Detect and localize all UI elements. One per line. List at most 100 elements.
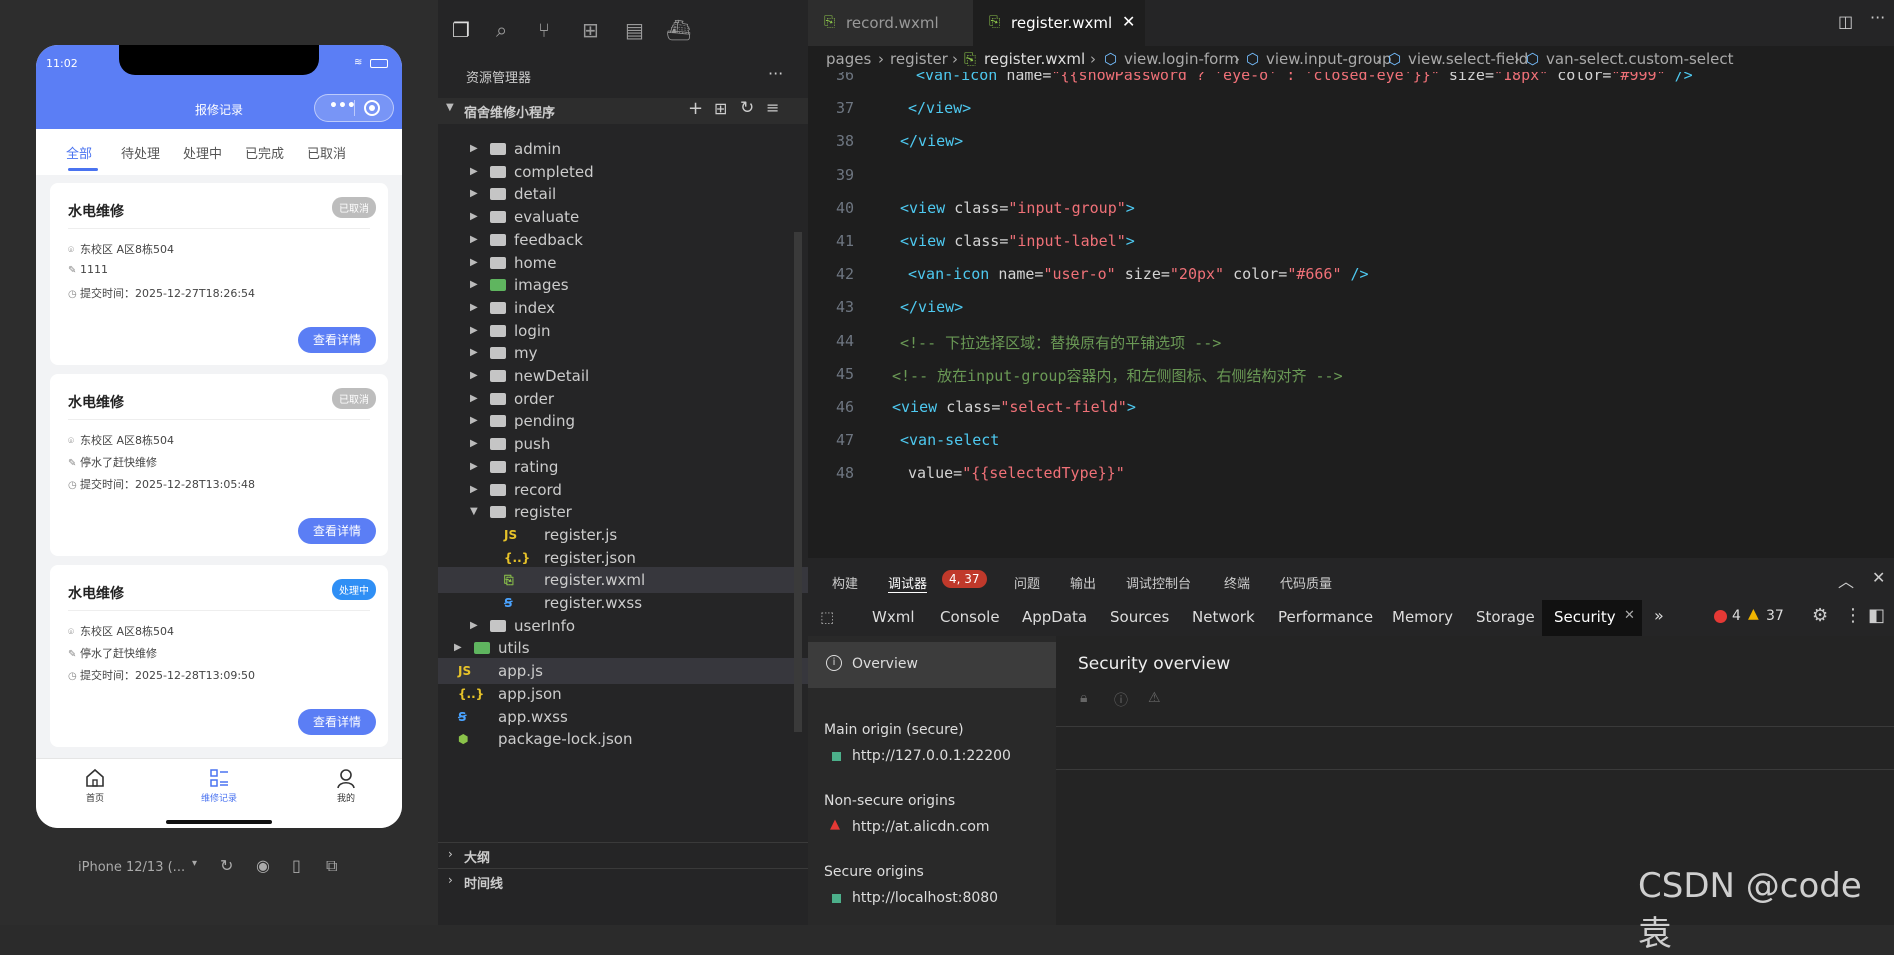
view-details-button[interactable]: 查看详情 [298,709,376,735]
tab-pending[interactable]: 待处理 [121,143,160,162]
main-origin-link[interactable]: http://127.0.0.1:22200 [852,748,1011,764]
dock-icon[interactable]: ◧ [1868,605,1885,626]
devtools-tab-appdata[interactable]: AppData [1022,608,1087,626]
tree-item-package-lock-json[interactable]: ⬢ package-lock.json [438,726,808,752]
tab-record-wxml[interactable]: ⎘ record.wxml [808,0,973,46]
code-line[interactable]: <van-select [900,431,999,449]
files-icon[interactable]: ❐ [452,18,470,42]
devtools-tab-performance[interactable]: Performance [1278,608,1373,626]
rotate-icon[interactable]: ↻ [220,856,233,875]
code-line[interactable]: value="{{selectedType}}" [908,464,1125,482]
record-card[interactable]: 水电维修 已取消 ⌾ 东校区 A区8栋504 ✎ 停水了赶快维修 ◷ 提交时间：202… [50,374,388,556]
scrollbar[interactable] [794,232,802,732]
tree-item-label: package-lock.json [498,730,633,749]
view-details-button[interactable]: 查看详情 [298,327,376,353]
collapse-all-icon[interactable]: ≡ [766,98,779,117]
tab-completed[interactable]: 已完成 [245,143,284,162]
panel-tab-debugger[interactable]: 调试器 [888,573,928,593]
new-folder-icon[interactable]: ⊞ [714,99,727,118]
tab-all[interactable]: 全部 [66,143,92,162]
code-line[interactable]: <van-icon name="{{showPassword ? 'eye-o'… [916,72,1693,84]
close-icon[interactable]: ✕ [1872,568,1885,587]
more-tabs-icon[interactable]: » [1654,606,1664,625]
phone-icon[interactable]: ▯ [292,856,301,875]
kebab-menu-icon[interactable]: ⋮ [1844,605,1862,626]
code-line[interactable]: </view> [908,99,971,117]
secure-origin-link[interactable]: http://localhost:8080 [852,890,998,906]
records-icon [210,769,228,787]
chevron-down-icon[interactable]: ▾ [192,858,197,869]
refresh-icon[interactable]: ↻ [740,98,754,118]
nonsecure-origin-link[interactable]: http://at.alicdn.com [852,819,990,835]
project-header[interactable]: ▼ 宿舍维修小程序 + ⊞ ↻ ≡ [438,98,808,124]
folder-icon [490,165,506,178]
more-actions-icon[interactable]: ··· [1870,8,1885,27]
code-line[interactable]: <view class="input-label"> [900,232,1135,250]
code-line[interactable]: <van-icon name="user-o" size="20px" colo… [908,265,1369,283]
more-icon[interactable]: ••• [329,98,356,114]
overview-item[interactable]: i Overview [808,642,1056,688]
timeline-section[interactable]: › 时间线 [438,868,808,894]
code-line[interactable]: <view class="input-group"> [900,199,1135,217]
source-control-icon[interactable]: ⑂ [538,18,550,42]
devtools-tab-sources[interactable]: Sources [1110,608,1169,626]
breadcrumb-item[interactable]: register [890,46,948,72]
new-file-icon[interactable]: + [688,98,703,119]
element-icon: ⬡ [1104,50,1118,68]
inspect-icon[interactable]: ⬚ [820,608,834,626]
breadcrumb-item[interactable]: view.login-form [1124,46,1239,72]
breadcrumb-item[interactable]: register.wxml [984,46,1085,72]
search-icon[interactable]: ⌕ [496,18,507,42]
devtools-tab-network[interactable]: Network [1192,608,1255,626]
code-line[interactable]: </view> [900,132,963,150]
code-line[interactable]: <!-- 下拉选择区域：替换原有的平铺选项 --> [900,332,1221,353]
close-icon[interactable]: ✕ [1624,608,1635,623]
more-actions-icon[interactable]: ··· [768,64,783,83]
breadcrumb-item[interactable]: van-select.custom-select [1546,46,1734,72]
chevron-up-icon[interactable]: ︿ [1838,568,1854,592]
file-tree[interactable]: ▶ admin ▶ completed ▶ detail ▶ evaluate ▶ feedbac… [438,124,808,894]
close-miniprogram-icon[interactable] [364,100,380,116]
panel-tab-code-quality[interactable]: 代码质量 [1280,573,1332,592]
devtools-tab-console[interactable]: Console [940,608,1000,626]
device-select[interactable]: iPhone 12/13 (... [78,860,185,875]
tabbar-home[interactable]: 首页 [65,767,125,804]
record-card[interactable]: 水电维修 已取消 ⌾ 东校区 A区8栋504 ✎ 1111 ◷ 提交时间：2025-1… [50,183,388,365]
divider [68,419,370,420]
devtools-tab-security[interactable]: Security ✕ [1542,600,1642,636]
card-title: 水电维修 [68,395,124,411]
code-line[interactable]: <view class="select-field"> [892,398,1136,416]
view-details-button[interactable]: 查看详情 [298,518,376,544]
tabbar-records[interactable]: 维修记录 [189,767,249,804]
panel-tab-build[interactable]: 构建 [832,573,858,592]
devtools-tab-memory[interactable]: Memory [1392,608,1453,626]
code-editor[interactable]: 36 <van-icon name="{{showPassword ? 'eye-… [808,72,1894,558]
code-line[interactable]: </view> [900,298,963,316]
breadcrumb-item[interactable]: view.select-field [1408,46,1528,72]
close-icon[interactable]: ✕ [1122,12,1135,31]
breadcrumb-item[interactable]: view.input-group [1266,46,1392,72]
panel-icon[interactable]: ▤ [625,18,644,42]
panel-tab-terminal[interactable]: 终端 [1224,573,1250,592]
record-list[interactable]: 水电维修 已取消 ⌾ 东校区 A区8栋504 ✎ 1111 ◷ 提交时间：2025-1… [36,175,402,800]
gear-icon[interactable]: ⚙ [1812,605,1828,626]
tabbar-mine[interactable]: 我的 [316,767,376,804]
capsule-menu[interactable]: ••• [314,94,394,122]
tab-processing[interactable]: 处理中 [183,143,222,162]
devtools-tab-wxml[interactable]: Wxml [872,608,915,626]
code-line[interactable]: <!-- 放在input-group容器内，和左侧图标、右侧结构对齐 --> [892,365,1343,386]
tab-cancelled[interactable]: 已取消 [307,143,346,162]
docker-icon[interactable]: ⛴ [666,18,691,42]
record-card[interactable]: 水电维修 处理中 ⌾ 东校区 A区8栋504 ✎ 停水了赶快维修 ◷ 提交时间：202… [50,565,388,747]
breadcrumb-item[interactable]: pages [826,46,871,72]
panel-tab-output[interactable]: 输出 [1070,573,1096,592]
tab-register-wxml[interactable]: ⎘ register.wxml ✕ [973,0,1145,46]
popout-icon[interactable]: ⧉ [326,856,337,876]
outline-section[interactable]: › 大纲 [438,842,808,868]
devtools-tab-storage[interactable]: Storage [1476,608,1535,626]
panel-tab-problems[interactable]: 问题 [1014,573,1040,592]
split-editor-icon[interactable]: ◫ [1838,12,1853,31]
extensions-icon[interactable]: ⊞ [582,18,599,42]
panel-tab-debug-console[interactable]: 调试控制台 [1126,573,1191,592]
record-icon[interactable]: ◉ [256,856,270,875]
